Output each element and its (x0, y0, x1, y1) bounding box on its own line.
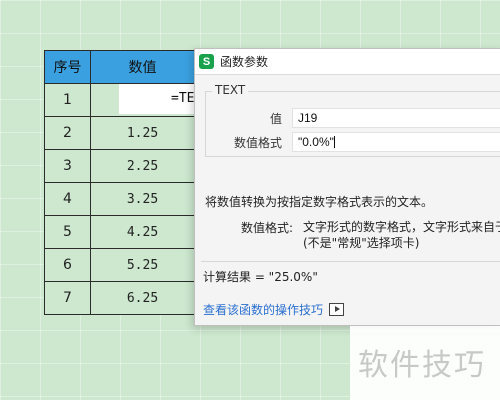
video-play-icon[interactable] (329, 303, 345, 316)
param-help-name: 数值格式: (241, 221, 294, 235)
format-input[interactable]: "0.0%" (292, 132, 500, 152)
value-cell[interactable]: 4.25 (90, 215, 195, 249)
arg-label-format: 数值格式 (233, 135, 282, 150)
row-index-cell[interactable]: 1 (44, 83, 91, 117)
table-row: 7 6.25 (44, 281, 195, 315)
value-cell[interactable]: 5.25 (90, 248, 195, 282)
param-help-text: 文字形式的数字格式，文字形式来自于 (不是"常规"选择项卡) (303, 219, 500, 251)
arg-row-format: 数值格式 "0.0%" (206, 132, 500, 152)
watermark: 软件技巧 (350, 326, 500, 400)
function-description: 将数值转换为按指定数字格式表示的文本。 (205, 195, 434, 209)
active-formula-cell[interactable]: =TE (119, 84, 195, 114)
row-index-cell[interactable]: 3 (44, 149, 91, 183)
param-help: 数值格式: 文字形式的数字格式，文字形式来自于 (不是"常规"选择项卡) (241, 219, 500, 251)
text-caret (333, 136, 335, 148)
wps-app-icon: S (199, 54, 214, 69)
row-index-cell[interactable]: 6 (44, 248, 91, 282)
row-index-cell[interactable]: 4 (44, 182, 91, 216)
table-row: 6 5.25 (44, 248, 195, 282)
format-input-text: "0.0%" (298, 135, 334, 149)
table-row: 2 1.25 (44, 116, 195, 150)
value-cell[interactable]: 6.25 (90, 281, 195, 315)
table-row: 4 3.25 (44, 182, 195, 216)
dialog-divider (201, 261, 500, 262)
table-row: 3 2.25 (44, 149, 195, 183)
value-cell[interactable]: 3.25 (90, 182, 195, 216)
calculation-result: 计算结果 = "25.0%" (203, 270, 318, 284)
column-header-value[interactable]: 数值 (90, 50, 195, 84)
arg-label-value: 值 (269, 111, 282, 126)
dialog-titlebar[interactable]: S 函数参数 (195, 49, 500, 75)
value-cell[interactable]: 2.25 (90, 149, 195, 183)
table-row: 5 4.25 (44, 215, 195, 249)
value-cell[interactable]: 1.25 (90, 116, 195, 150)
help-link[interactable]: 查看该函数的操作技巧 (203, 301, 345, 318)
function-name-label: TEXT (212, 83, 249, 97)
dialog-title: 函数参数 (220, 55, 269, 69)
arguments-group: TEXT 值 J19 数值格式 "0.0%" (205, 83, 500, 157)
row-index-cell[interactable]: 2 (44, 116, 91, 150)
param-help-line1: 文字形式的数字格式，文字形式来自于 (303, 220, 500, 234)
column-header-index[interactable]: 序号 (44, 50, 91, 84)
param-help-line2: (不是"常规"选择项卡) (303, 236, 420, 250)
value-input[interactable]: J19 (292, 108, 500, 128)
row-index-cell[interactable]: 7 (44, 281, 91, 315)
help-link-text[interactable]: 查看该函数的操作技巧 (203, 301, 323, 318)
arg-row-value: 值 J19 (206, 108, 500, 128)
function-arguments-dialog: S 函数参数 TEXT 值 J19 数值格式 "0.0%" 将数值转换为按指定数… (194, 48, 500, 326)
header-row: 序号 数值 (44, 50, 195, 84)
row-index-cell[interactable]: 5 (44, 215, 91, 249)
